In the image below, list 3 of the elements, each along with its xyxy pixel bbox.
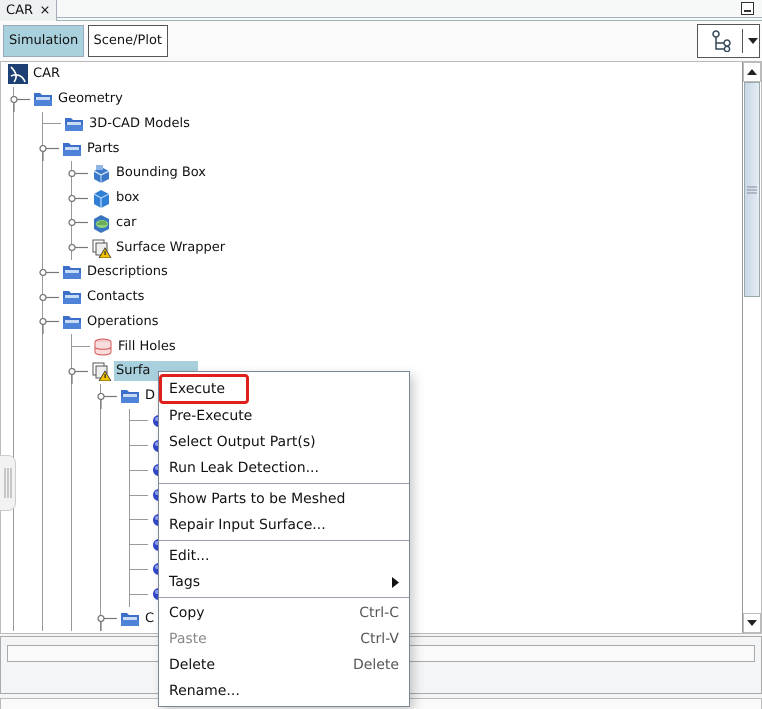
shortcut-text: Ctrl-V (360, 630, 399, 648)
shortcut-text: Delete (353, 656, 399, 674)
shortcut-text: Ctrl-C (359, 604, 399, 622)
